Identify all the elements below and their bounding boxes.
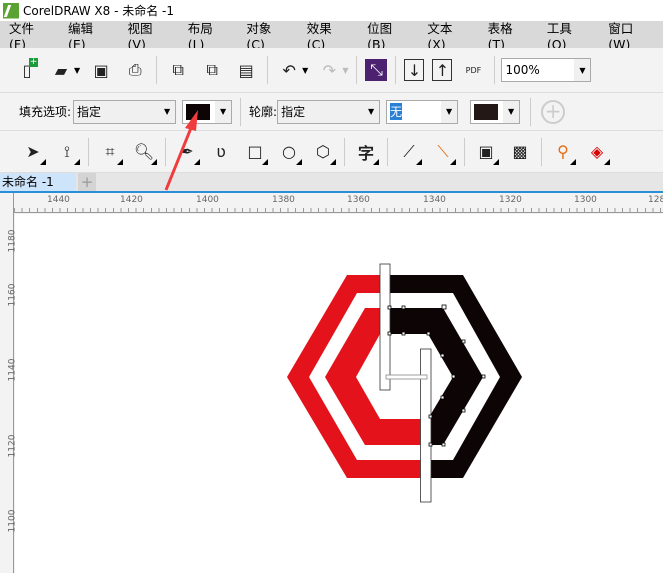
white-rectangle-bottom[interactable] [420,348,432,503]
drawing-layer [164,110,522,503]
white-rectangle-top[interactable] [379,263,391,391]
annotation-arrow [164,110,198,191]
white-rectangle-center[interactable] [385,374,428,380]
